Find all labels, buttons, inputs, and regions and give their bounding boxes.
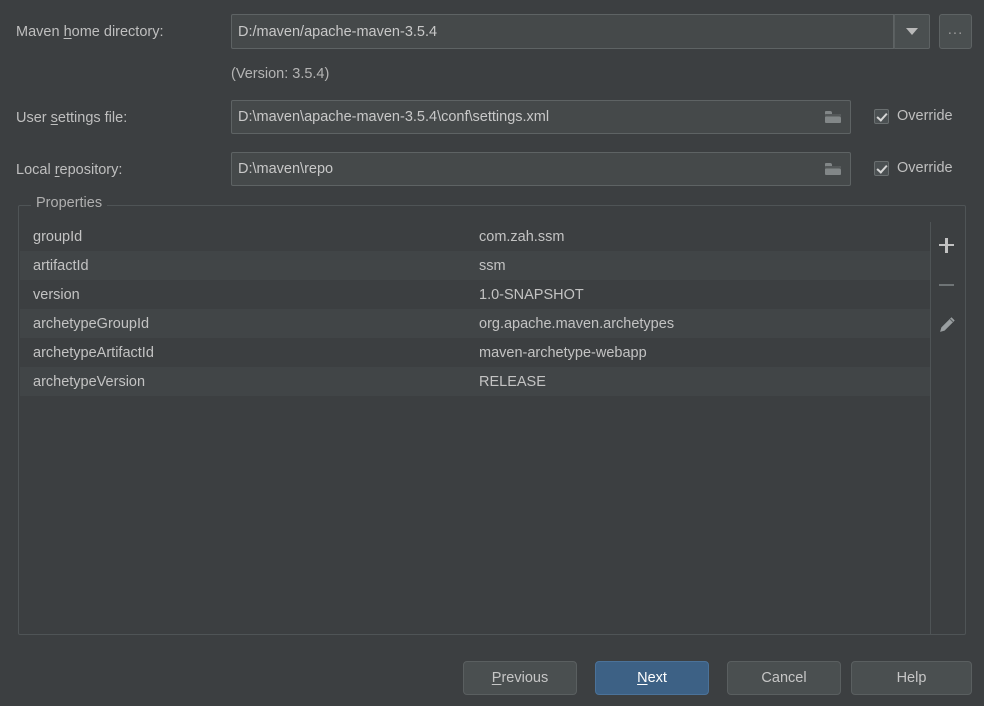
- table-row[interactable]: artifactId ssm: [20, 251, 930, 280]
- property-key: version: [33, 286, 80, 303]
- table-row[interactable]: version 1.0-SNAPSHOT: [20, 280, 930, 309]
- local-repository-label: Local repository:: [16, 161, 122, 179]
- folder-icon[interactable]: [825, 110, 842, 124]
- local-repository-override-label: Override: [897, 160, 953, 176]
- property-value: maven-archetype-webapp: [479, 344, 647, 361]
- maven-home-browse-button[interactable]: ...: [939, 14, 972, 49]
- maven-home-directory-value: D:/maven/apache-maven-3.5.4: [238, 23, 438, 40]
- pencil-icon: [937, 315, 957, 335]
- maven-home-directory-combo[interactable]: D:/maven/apache-maven-3.5.4: [231, 14, 894, 49]
- maven-home-directory-label: Maven home directory:: [16, 23, 164, 41]
- remove-property-button[interactable]: [934, 272, 960, 298]
- help-button[interactable]: Help: [851, 661, 972, 695]
- maven-home-dropdown-button[interactable]: [894, 14, 930, 49]
- label-mnemonic: P: [491, 670, 502, 686]
- maven-version-note: (Version: 3.5.4): [231, 66, 330, 82]
- table-row[interactable]: archetypeVersion RELEASE: [20, 367, 930, 396]
- label-part: revious: [501, 670, 549, 686]
- local-repository-value: D:\maven\repo: [238, 161, 334, 177]
- label-mnemonic: N: [637, 670, 648, 686]
- ellipsis-label: ...: [947, 20, 964, 38]
- chevron-down-icon: [906, 28, 918, 35]
- property-key: archetypeVersion: [33, 373, 146, 390]
- checkbox-box[interactable]: [874, 108, 889, 124]
- property-key: artifactId: [33, 257, 89, 274]
- property-key: archetypeGroupId: [33, 315, 150, 332]
- label-part: ext: [647, 670, 667, 686]
- properties-group-title: Properties: [31, 195, 108, 211]
- properties-toolbar: [929, 222, 964, 644]
- local-repository-override-checkbox[interactable]: Override: [874, 160, 953, 176]
- label-part: ome directory:: [71, 24, 164, 40]
- label-part: epository:: [59, 162, 123, 178]
- previous-button[interactable]: Previous: [463, 661, 577, 695]
- property-value: com.zah.ssm: [479, 228, 565, 245]
- property-value: 1.0-SNAPSHOT: [479, 286, 584, 303]
- maven-settings-form: Maven home directory: D:/maven/apache-ma…: [0, 0, 984, 196]
- label-mnemonic: s: [50, 110, 58, 126]
- table-row[interactable]: archetypeGroupId org.apache.maven.archet…: [20, 309, 930, 338]
- user-settings-override-checkbox[interactable]: Override: [874, 108, 953, 124]
- cancel-button[interactable]: Cancel: [727, 661, 841, 695]
- table-row[interactable]: groupId com.zah.ssm: [20, 222, 930, 251]
- label-part: User: [16, 110, 51, 126]
- local-repository-input[interactable]: D:\maven\repo: [231, 152, 851, 186]
- user-settings-override-label: Override: [897, 108, 953, 124]
- properties-group: Properties groupId com.zah.ssm artifactI…: [18, 195, 966, 635]
- properties-table[interactable]: groupId com.zah.ssm artifactId ssm versi…: [20, 222, 931, 634]
- property-value: RELEASE: [479, 373, 546, 390]
- cancel-label: Cancel: [761, 670, 807, 686]
- edit-property-button[interactable]: [934, 312, 960, 338]
- property-key: archetypeArtifactId: [33, 344, 154, 361]
- folder-icon[interactable]: [825, 162, 842, 176]
- add-property-button[interactable]: [934, 232, 960, 258]
- next-button[interactable]: Next: [595, 661, 709, 695]
- user-settings-file-label: User settings file:: [16, 109, 127, 127]
- table-row[interactable]: archetypeArtifactId maven-archetype-weba…: [20, 338, 930, 367]
- label-mnemonic: h: [63, 24, 72, 40]
- label-part: ettings file:: [57, 110, 128, 126]
- property-value: ssm: [479, 257, 506, 274]
- property-value: org.apache.maven.archetypes: [479, 315, 675, 332]
- help-label: Help: [896, 670, 927, 686]
- label-part: Local: [16, 162, 55, 178]
- label-part: Maven: [16, 24, 64, 40]
- checkbox-box[interactable]: [874, 160, 889, 176]
- property-key: groupId: [33, 228, 83, 245]
- user-settings-file-input[interactable]: D:\maven\apache-maven-3.5.4\conf\setting…: [231, 100, 851, 134]
- user-settings-file-value: D:\maven\apache-maven-3.5.4\conf\setting…: [238, 109, 550, 125]
